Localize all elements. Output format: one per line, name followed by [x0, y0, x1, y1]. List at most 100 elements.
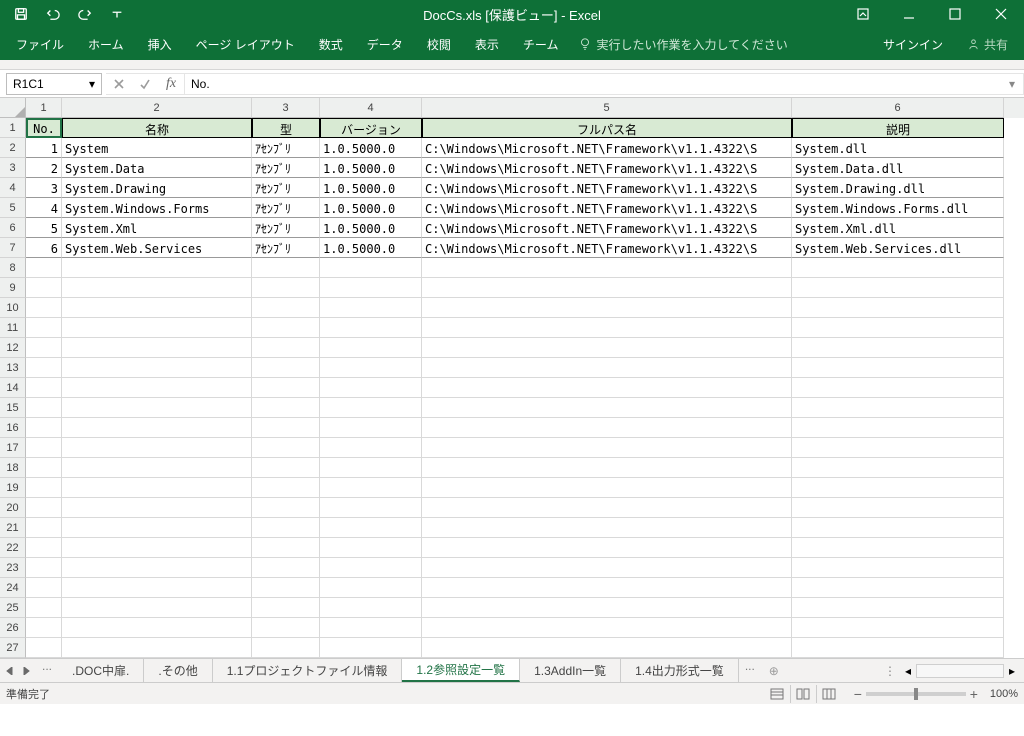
cell[interactable] [26, 458, 62, 478]
sheet-tabs-ellipsis-right[interactable]: ... [739, 659, 761, 682]
sheet-tab-nav[interactable] [0, 659, 36, 682]
column-header[interactable]: 5 [422, 98, 792, 118]
grid-row[interactable]: 9 [0, 278, 1024, 298]
row-header[interactable]: 15 [0, 398, 26, 418]
cell[interactable] [422, 278, 792, 298]
cell[interactable] [422, 558, 792, 578]
sheet-tab[interactable]: .その他 [144, 659, 212, 682]
cancel-formula-button[interactable] [106, 73, 132, 95]
ribbon-tab-data[interactable]: データ [355, 28, 415, 60]
cell[interactable]: System.Web.Services.dll [792, 238, 1004, 258]
cell[interactable] [26, 418, 62, 438]
cell[interactable]: System.Drawing.dll [792, 178, 1004, 198]
cell[interactable]: 1.0.5000.0 [320, 198, 422, 218]
row-header[interactable]: 4 [0, 178, 26, 198]
cell[interactable] [252, 458, 320, 478]
row-header[interactable]: 11 [0, 318, 26, 338]
column-header[interactable]: 1 [26, 98, 62, 118]
insert-function-button[interactable]: fx [158, 73, 184, 95]
row-header[interactable]: 7 [0, 238, 26, 258]
cell[interactable] [62, 478, 252, 498]
cell[interactable]: 1.0.5000.0 [320, 218, 422, 238]
grid-row[interactable]: 15 [0, 398, 1024, 418]
cell[interactable] [320, 578, 422, 598]
row-header[interactable]: 1 [0, 118, 26, 138]
cell[interactable] [252, 438, 320, 458]
row-header[interactable]: 17 [0, 438, 26, 458]
column-header[interactable]: 4 [320, 98, 422, 118]
ribbon-tab-team[interactable]: チーム [511, 28, 571, 60]
sign-in-button[interactable]: サインイン [871, 28, 955, 60]
cell[interactable] [252, 538, 320, 558]
cell[interactable]: 説明 [792, 118, 1004, 138]
cell[interactable]: 型 [252, 118, 320, 138]
cell[interactable]: 4 [26, 198, 62, 218]
cell[interactable] [252, 338, 320, 358]
cell[interactable] [62, 298, 252, 318]
cell[interactable] [62, 578, 252, 598]
cell[interactable] [422, 398, 792, 418]
cell[interactable] [252, 378, 320, 398]
grid-row[interactable]: 54System.Windows.Formsｱｾﾝﾌﾞﾘ1.0.5000.0C:… [0, 198, 1024, 218]
cell[interactable]: ｱｾﾝﾌﾞﾘ [252, 218, 320, 238]
cell[interactable] [26, 298, 62, 318]
cell[interactable] [26, 358, 62, 378]
scroll-right-button[interactable]: ▸ [1004, 663, 1020, 679]
grid-row[interactable]: 17 [0, 438, 1024, 458]
cell[interactable]: System.Windows.Forms.dll [792, 198, 1004, 218]
row-header[interactable]: 22 [0, 538, 26, 558]
row-header[interactable]: 16 [0, 418, 26, 438]
formula-bar[interactable]: No. ▾ [185, 73, 1024, 95]
cell[interactable] [792, 378, 1004, 398]
cell[interactable]: 名称 [62, 118, 252, 138]
cell[interactable] [422, 458, 792, 478]
cell[interactable] [62, 498, 252, 518]
cell[interactable]: ｱｾﾝﾌﾞﾘ [252, 178, 320, 198]
cell[interactable] [422, 638, 792, 658]
grid-row[interactable]: 12 [0, 338, 1024, 358]
cell[interactable]: System.Windows.Forms [62, 198, 252, 218]
cell[interactable] [62, 438, 252, 458]
chevron-down-icon[interactable]: ▾ [85, 74, 99, 94]
cell[interactable] [62, 458, 252, 478]
row-header[interactable]: 5 [0, 198, 26, 218]
cell[interactable] [252, 278, 320, 298]
cell[interactable] [252, 478, 320, 498]
ribbon-tab-layout[interactable]: ページ レイアウト [184, 28, 307, 60]
cell[interactable] [422, 418, 792, 438]
sheet-tab[interactable]: .DOC中扉. [58, 659, 144, 682]
row-header[interactable]: 19 [0, 478, 26, 498]
cell[interactable]: バージョン [320, 118, 422, 138]
cell[interactable] [62, 598, 252, 618]
grid-row[interactable]: 26 [0, 618, 1024, 638]
cell[interactable]: 5 [26, 218, 62, 238]
grid-row[interactable]: 21 [0, 518, 1024, 538]
cell[interactable] [26, 518, 62, 538]
cell[interactable] [26, 438, 62, 458]
cell[interactable]: System.Drawing [62, 178, 252, 198]
cell[interactable] [252, 638, 320, 658]
cell[interactable] [422, 438, 792, 458]
cell[interactable] [252, 318, 320, 338]
row-header[interactable]: 21 [0, 518, 26, 538]
cell[interactable] [26, 538, 62, 558]
cell[interactable] [320, 358, 422, 378]
cell[interactable] [320, 398, 422, 418]
cell[interactable] [320, 558, 422, 578]
cell[interactable] [62, 398, 252, 418]
cell[interactable] [422, 338, 792, 358]
row-header[interactable]: 12 [0, 338, 26, 358]
cell[interactable]: 6 [26, 238, 62, 258]
grid-row[interactable]: 11 [0, 318, 1024, 338]
cell[interactable] [792, 598, 1004, 618]
row-header[interactable]: 25 [0, 598, 26, 618]
cell[interactable] [62, 318, 252, 338]
row-header[interactable]: 14 [0, 378, 26, 398]
scroll-left-button[interactable]: ◂ [900, 663, 916, 679]
row-header[interactable]: 24 [0, 578, 26, 598]
cell[interactable] [252, 498, 320, 518]
cell[interactable] [26, 318, 62, 338]
grid-row[interactable]: 10 [0, 298, 1024, 318]
save-button[interactable] [6, 0, 36, 28]
page-break-view-button[interactable] [816, 685, 842, 703]
